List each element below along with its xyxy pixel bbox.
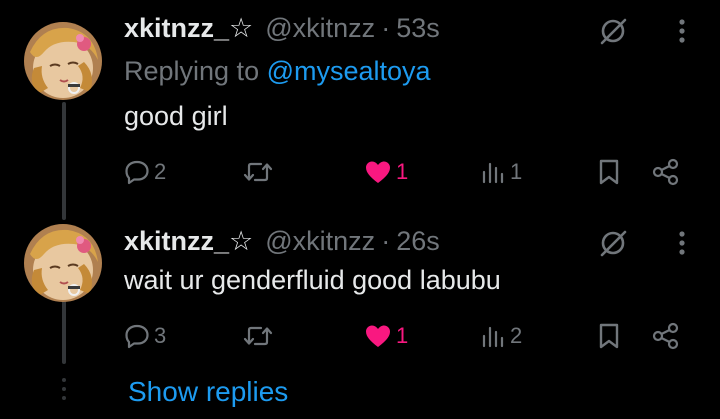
post-text: wait ur genderfluid good labubu: [124, 265, 501, 295]
user-handle[interactable]: @xkitnzz: [265, 13, 375, 44]
share-button[interactable]: [652, 318, 680, 354]
thread-more-dots: [62, 378, 66, 408]
views-button[interactable]: 1: [480, 154, 522, 190]
view-count: 2: [510, 323, 523, 348]
like-button[interactable]: 1: [364, 318, 408, 354]
post-header: xkitnzz_☆ @xkitnzz · 53s: [124, 11, 440, 45]
views-icon: [482, 326, 504, 348]
repost-icon: [243, 326, 273, 346]
replying-to-prefix: Replying to: [124, 56, 260, 86]
avatar[interactable]: [24, 22, 102, 100]
view-count: 1: [510, 159, 523, 184]
bookmark-icon: [599, 159, 619, 185]
separator-dot: ·: [381, 225, 391, 256]
grok-icon[interactable]: [596, 14, 630, 48]
grok-icon[interactable]: [596, 226, 630, 260]
display-name[interactable]: xkitnzz_☆: [124, 13, 253, 44]
views-button[interactable]: 2: [480, 318, 522, 354]
post-header: xkitnzz_☆ @xkitnzz · 26s: [124, 224, 440, 258]
thread-connector-line: [62, 102, 66, 220]
timestamp[interactable]: 53s: [396, 13, 440, 44]
like-icon-filled: [366, 161, 390, 183]
like-button[interactable]: 1: [364, 154, 408, 190]
repost-button[interactable]: [242, 154, 278, 190]
display-name[interactable]: xkitnzz_☆: [124, 226, 253, 257]
show-replies-link[interactable]: Show replies: [128, 376, 288, 408]
separator-dot: ·: [381, 12, 391, 43]
replying-to-line: Replying to @mysealtoya: [124, 56, 431, 87]
post-actions: 2 1 1: [124, 154, 694, 190]
avatar-image: [24, 22, 102, 100]
replying-to-mention[interactable]: @mysealtoya: [267, 56, 431, 86]
bookmark-button[interactable]: [598, 154, 620, 190]
like-icon-filled: [366, 325, 390, 347]
reply-button[interactable]: 3: [124, 318, 166, 354]
bookmark-icon: [599, 323, 619, 349]
share-icon: [652, 322, 679, 350]
reply-count: 3: [154, 323, 167, 348]
repost-icon: [243, 162, 273, 182]
user-handle[interactable]: @xkitnzz: [265, 226, 375, 257]
reply-icon: [125, 324, 149, 349]
share-icon: [652, 158, 679, 186]
more-options-icon[interactable]: [670, 14, 694, 48]
views-icon: [482, 162, 504, 184]
repost-button[interactable]: [242, 318, 278, 354]
avatar-image: [24, 224, 102, 302]
reply-icon: [125, 160, 149, 185]
reply-button[interactable]: 2: [124, 154, 166, 190]
more-options-icon[interactable]: [670, 226, 694, 260]
avatar[interactable]: [24, 224, 102, 302]
bookmark-button[interactable]: [598, 318, 620, 354]
share-button[interactable]: [652, 154, 680, 190]
like-count: 1: [396, 159, 409, 184]
post-actions: 3 1 2: [124, 318, 694, 354]
like-count: 1: [396, 323, 409, 348]
timestamp[interactable]: 26s: [396, 226, 440, 257]
post-text: good girl: [124, 101, 228, 131]
reply-count: 2: [154, 159, 167, 184]
